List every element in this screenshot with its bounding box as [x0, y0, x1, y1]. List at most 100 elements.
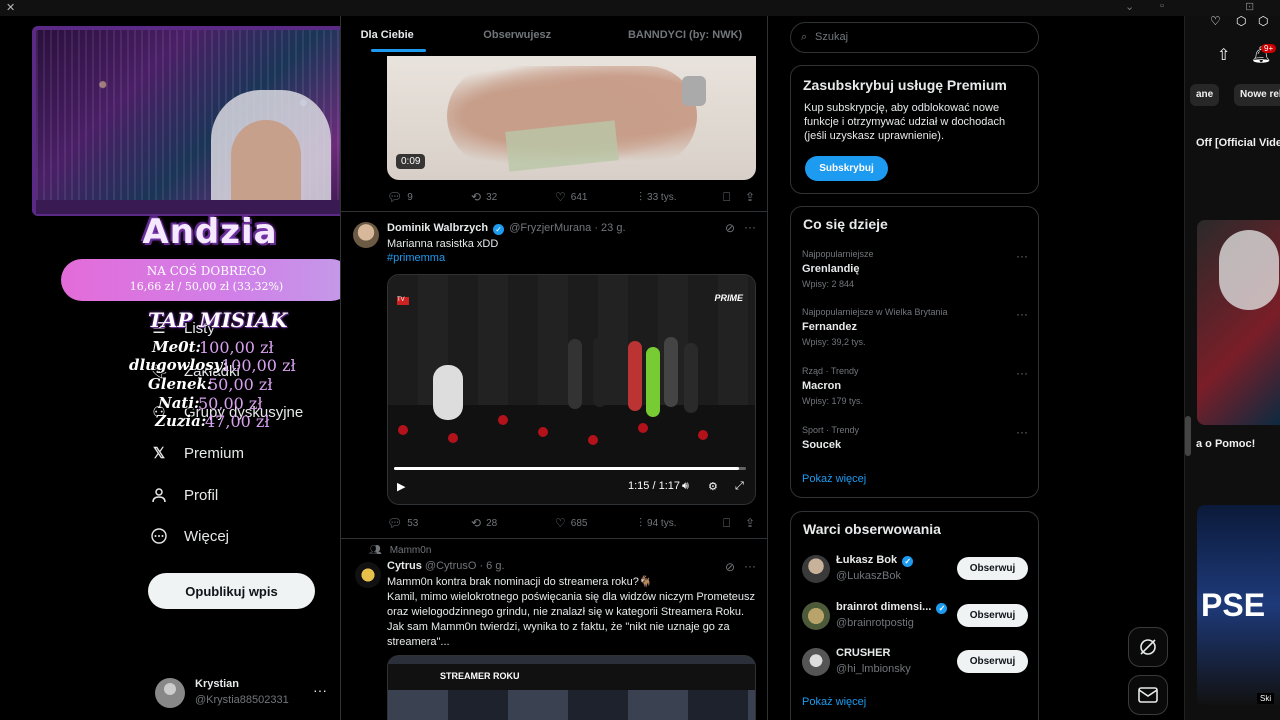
- post-video[interactable]: 0:09: [387, 56, 756, 180]
- like-button[interactable]: ♡ 641: [555, 190, 587, 204]
- channel-logo-icon: TV: [397, 297, 409, 305]
- tab-for-you[interactable]: Dla Ciebie: [341, 16, 433, 56]
- reply-button[interactable]: 💬︎ 9: [387, 190, 413, 204]
- main-feed: Dla Ciebie Obserwujesz BANNDYCI (by: NWK…: [340, 16, 768, 720]
- avatar: [802, 602, 830, 630]
- follow-button[interactable]: Obserwuj: [957, 650, 1028, 673]
- like-count: 641: [570, 191, 588, 203]
- trends-title: Co się dzieje: [803, 216, 888, 232]
- filter-chip[interactable]: ane: [1190, 84, 1220, 106]
- like-button[interactable]: ♡ 685: [555, 516, 587, 530]
- video-title[interactable]: Off [Official Vide: [1196, 137, 1280, 149]
- search-placeholder: Szukaj: [815, 31, 849, 43]
- grok-icon[interactable]: ⊘: [725, 221, 735, 235]
- trend-item[interactable]: Najpopularniejsze Grenlandię Wpisy: 2 84…: [802, 249, 1028, 297]
- more-options-icon[interactable]: ···: [1016, 366, 1028, 380]
- filter-chip[interactable]: Nowe rek: [1234, 84, 1280, 106]
- more-options-icon[interactable]: ···: [744, 559, 756, 573]
- scrollbar[interactable]: [1185, 416, 1191, 456]
- follow-suggestion[interactable]: CRUSHER @hi_lmbionsky Obserwuj: [802, 647, 1032, 681]
- repost-button[interactable]: ⟲ 28: [471, 516, 497, 530]
- bookmark-button[interactable]: ⎕: [723, 516, 730, 531]
- hashtag-link[interactable]: #primemma: [387, 252, 445, 264]
- trend-item[interactable]: Najpopularniejsze w Wielka Brytania Fern…: [802, 307, 1028, 355]
- avatar: [155, 678, 185, 708]
- verified-badge-icon: ✓: [936, 603, 948, 614]
- post-image[interactable]: STREAMER ROKU: [387, 655, 756, 720]
- window-control-icon[interactable]: ⌄: [1125, 0, 1134, 13]
- window-control-icon[interactable]: ⊡: [1245, 0, 1254, 13]
- profile-icon: [150, 486, 168, 504]
- video-progress-bar[interactable]: [394, 467, 746, 470]
- post-header: Cytrus @CytrusO · 6 g.: [387, 560, 505, 572]
- follow-suggestion[interactable]: brainrot dimensi... ✓ @brainrotpostig Ob…: [802, 601, 1032, 635]
- tab-list[interactable]: BANNDYCI (by: NWK): [601, 16, 767, 56]
- nav-item-premium[interactable]: 𝕏 Premium: [150, 438, 244, 468]
- show-more-link[interactable]: Pokaż więcej: [802, 473, 866, 485]
- reply-button[interactable]: 💬︎ 53: [387, 516, 418, 530]
- author-name[interactable]: Dominik Walbrzych: [387, 222, 488, 234]
- tab-following[interactable]: Obserwujesz: [433, 16, 601, 56]
- more-options-icon[interactable]: ···: [744, 220, 756, 234]
- suggestion-name: brainrot dimensi...: [836, 601, 932, 613]
- donor-name: Glenek:: [148, 375, 213, 393]
- follow-button[interactable]: Obserwuj: [957, 557, 1028, 580]
- video-title[interactable]: a o Pomoc!: [1196, 438, 1255, 450]
- feed-tabs: Dla Ciebie Obserwujesz BANNDYCI (by: NWK…: [341, 16, 767, 56]
- more-options-icon[interactable]: ···: [1016, 307, 1028, 321]
- more-options-icon[interactable]: ···: [1016, 249, 1028, 263]
- repost-button[interactable]: ⟲ 32: [471, 190, 497, 204]
- share-button[interactable]: ⇪: [745, 516, 755, 530]
- post-actions: 💬︎ 9 ⟲ 32 ♡ 641 ⫶ 33 tys. ⎕ ⇪: [385, 190, 760, 206]
- nav-item-more[interactable]: Więcej: [150, 521, 229, 551]
- volume-icon[interactable]: 🔊︎: [682, 480, 689, 493]
- nav-item-profile[interactable]: Profil: [150, 480, 218, 510]
- heart-icon[interactable]: ♡: [1210, 14, 1221, 28]
- play-icon[interactable]: ▶: [397, 480, 405, 493]
- bookmark-button[interactable]: ⎕: [723, 190, 730, 205]
- follow-suggestion[interactable]: Łukasz Bok ✓ @LukaszBok Obserwuj: [802, 554, 1032, 588]
- avatar[interactable]: [353, 222, 379, 248]
- person-figure: [568, 339, 582, 409]
- search-input[interactable]: ⌕ Szukaj: [790, 22, 1039, 53]
- webcam-overlay: [32, 26, 374, 216]
- more-options-icon[interactable]: ···: [1016, 425, 1028, 439]
- grok-button[interactable]: [1128, 627, 1168, 667]
- share-button[interactable]: ⇪: [745, 190, 755, 204]
- video-time: 1:15 / 1:17: [628, 480, 680, 492]
- share-icon: ⇪: [745, 190, 756, 204]
- author-handle: @FryzjerMurana · 23 g.: [509, 222, 626, 234]
- trend-item[interactable]: Rząd · Trendy Macron Wpisy: 179 tys. ···: [802, 366, 1028, 414]
- grok-icon[interactable]: ⊘: [725, 560, 735, 574]
- views-button[interactable]: ⫶ 33 tys.: [639, 190, 676, 205]
- avatar[interactable]: [355, 562, 381, 588]
- publish-post-button[interactable]: Opublikuj wpis: [148, 573, 315, 609]
- trend-item[interactable]: Sport · Trendy Soucek ···: [802, 425, 1028, 473]
- post-video[interactable]: TV PRIME ▶ 1:15 / 1:17 🔊︎ ⚙ ⤢: [387, 274, 756, 505]
- show-more-link[interactable]: Pokaż więcej: [802, 696, 866, 708]
- video-thumbnail[interactable]: [1197, 220, 1280, 425]
- settings-icon[interactable]: ⚙: [708, 480, 718, 493]
- bookmark-icon: ⎕: [723, 190, 731, 204]
- goal-progress: 16,66 zł / 50,00 zł (33,32%): [129, 280, 284, 293]
- suggestion-name: CRUSHER: [836, 647, 891, 659]
- video-thumbnail[interactable]: PSE Ski: [1197, 505, 1280, 705]
- verified-badge-icon: ✓: [493, 224, 505, 235]
- more-options-icon[interactable]: ···: [313, 682, 327, 698]
- account-name: Krystian: [195, 678, 240, 690]
- account-switcher[interactable]: Krystian @Krystia88502331 ···: [155, 676, 335, 712]
- views-button[interactable]: ⫶ 94 tys.: [639, 516, 676, 531]
- follow-button[interactable]: Obserwuj: [957, 604, 1028, 627]
- repost-icon: ⟲: [471, 190, 482, 204]
- context-label[interactable]: Mamm0n: [390, 545, 432, 556]
- upload-icon[interactable]: ⇧: [1217, 45, 1230, 65]
- extension-icon[interactable]: ⬡: [1258, 14, 1268, 28]
- messages-button[interactable]: [1128, 675, 1168, 715]
- window-control-icon[interactable]: ▫: [1160, 0, 1164, 12]
- subscribe-button[interactable]: Subskrybuj: [805, 156, 888, 181]
- fullscreen-icon[interactable]: ⤢: [735, 480, 744, 493]
- donor-amount: 50,00 zł: [208, 375, 273, 394]
- close-tab-icon[interactable]: ✕: [6, 1, 15, 14]
- extension-icon[interactable]: ⬡: [1236, 14, 1246, 28]
- author-name[interactable]: Cytrus: [387, 560, 422, 572]
